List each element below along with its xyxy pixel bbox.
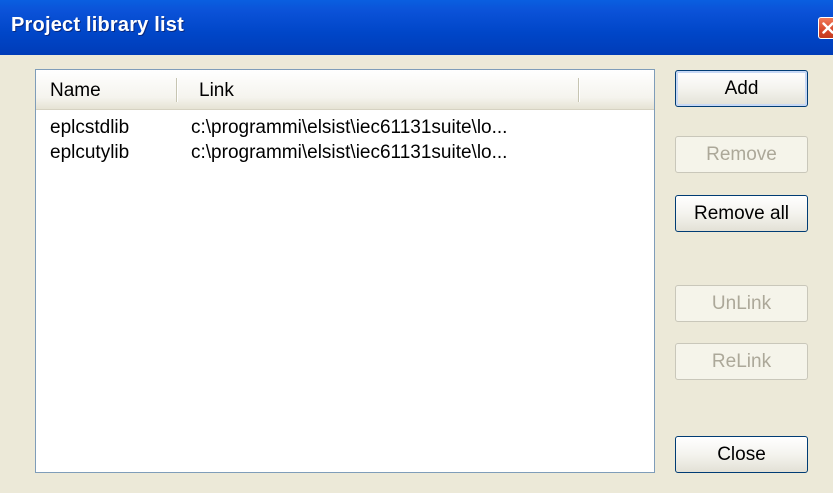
remove-all-button[interactable]: Remove all bbox=[675, 195, 808, 232]
library-list[interactable]: Name Link eplcstdlib c:\programmi\elsist… bbox=[35, 69, 655, 473]
list-item[interactable]: eplcutylib c:\programmi\elsist\iec61131s… bbox=[36, 141, 654, 165]
project-library-dialog: Project library list Name Link eplcstdli… bbox=[0, 0, 833, 493]
column-divider[interactable] bbox=[176, 78, 177, 102]
column-header-name[interactable]: Name bbox=[50, 70, 101, 109]
library-name: eplcstdlib bbox=[50, 117, 130, 138]
library-name: eplcutylib bbox=[50, 142, 130, 163]
window-title: Project library list bbox=[11, 14, 184, 36]
close-icon bbox=[822, 22, 833, 34]
library-link: c:\programmi\elsist\iec61131suite\lo... bbox=[191, 142, 508, 163]
column-header-link[interactable]: Link bbox=[199, 70, 234, 109]
unlink-button[interactable]: UnLink bbox=[675, 285, 808, 322]
list-header: Name Link bbox=[36, 70, 654, 110]
column-divider[interactable] bbox=[578, 78, 579, 102]
relink-button[interactable]: ReLink bbox=[675, 343, 808, 380]
title-bar[interactable]: Project library list bbox=[0, 0, 833, 55]
add-button[interactable]: Add bbox=[675, 70, 808, 107]
list-item[interactable]: eplcstdlib c:\programmi\elsist\iec61131s… bbox=[36, 116, 654, 140]
library-link: c:\programmi\elsist\iec61131suite\lo... bbox=[191, 117, 508, 138]
close-button[interactable]: Close bbox=[675, 436, 808, 473]
window-close-button[interactable] bbox=[818, 17, 833, 39]
remove-button[interactable]: Remove bbox=[675, 136, 808, 173]
